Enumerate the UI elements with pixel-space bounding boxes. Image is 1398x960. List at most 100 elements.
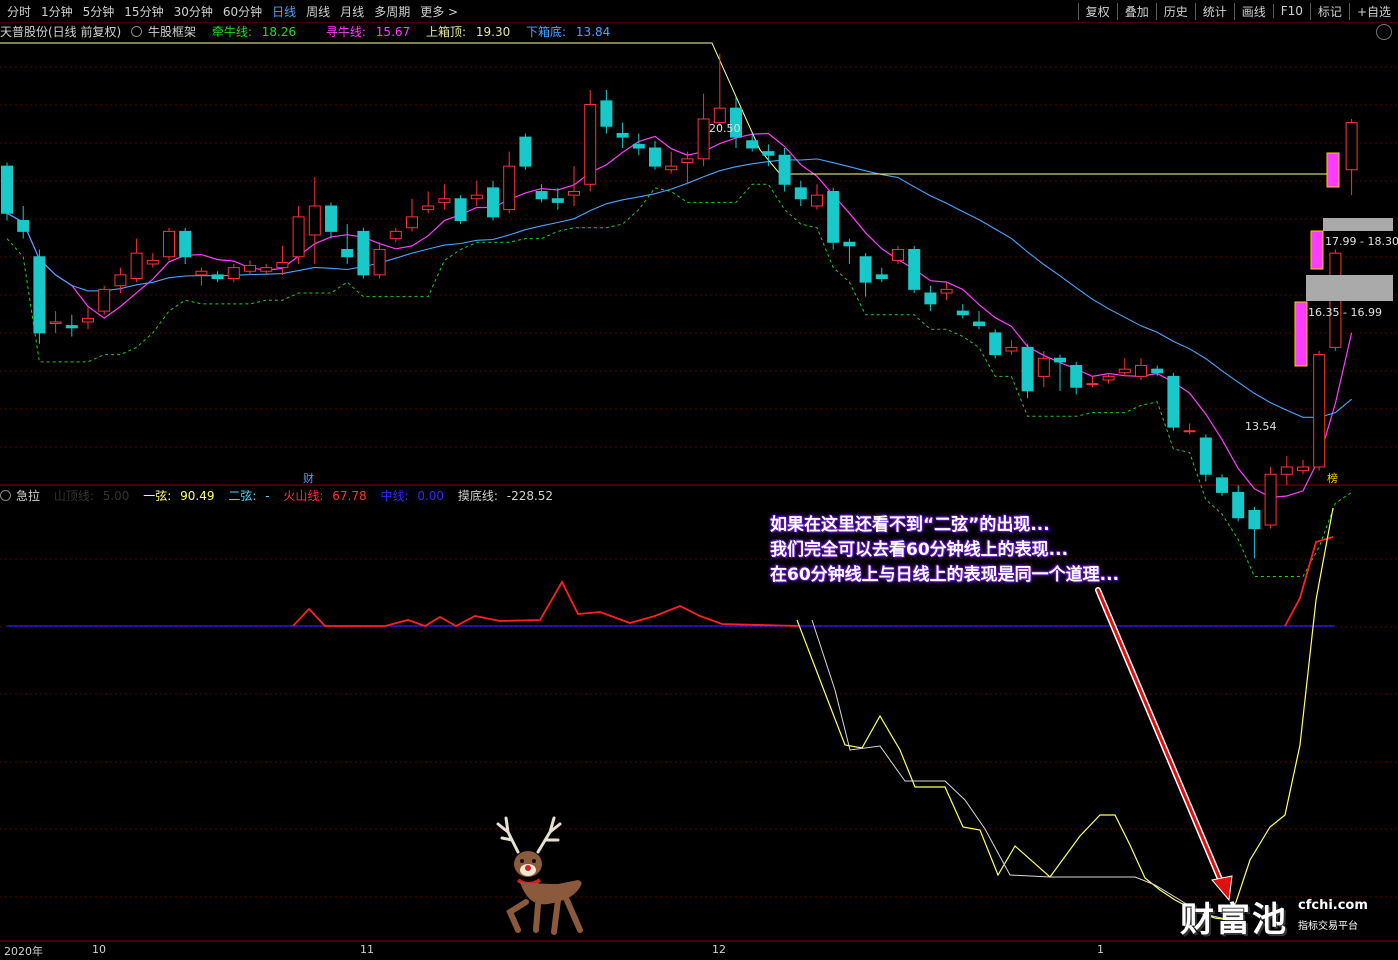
- candle-body: [422, 205, 435, 211]
- candle-body: [1086, 383, 1099, 386]
- candle-body: [1054, 357, 1066, 363]
- chart-labels: 20.50 13.54 17.99 - 18.30 16.35 - 16.99 …: [303, 122, 1398, 485]
- huoshan-line-end: [1284, 536, 1334, 627]
- candle-body: [827, 191, 840, 243]
- candle-body: [568, 191, 580, 196]
- deer-icon: [496, 816, 583, 935]
- candle-body: [341, 249, 354, 258]
- candle-body: [82, 317, 94, 323]
- candle-body: [697, 118, 710, 160]
- candle-body: [973, 321, 985, 327]
- candle-body: [1297, 466, 1309, 472]
- price-zones: [1294, 152, 1393, 367]
- candle-body: [438, 198, 451, 203]
- candle-body: [600, 100, 613, 127]
- candle-body: [98, 288, 111, 312]
- candle-body: [470, 194, 483, 200]
- candle-body: [308, 205, 321, 236]
- candle-body: [487, 187, 499, 218]
- annotation-arrow: [1095, 587, 1233, 902]
- candle-body: [681, 158, 694, 163]
- candle-body: [292, 216, 305, 258]
- stock-chart[interactable]: 20.50 13.54 17.99 - 18.30 16.35 - 16.99 …: [0, 0, 1398, 960]
- candle-body: [130, 252, 143, 279]
- candle-body: [1151, 368, 1164, 374]
- candle-body: [908, 249, 921, 290]
- modi-line: [811, 619, 1231, 921]
- candle-body: [17, 220, 30, 232]
- candle-body: [244, 264, 256, 272]
- candle-body: [1264, 473, 1277, 526]
- candle-body: [713, 107, 726, 124]
- note-line-3: 在60分钟线上与日线上的表现是同一个道理...: [770, 565, 1120, 585]
- price-indicator-lines: [0, 42, 1353, 577]
- candle-body: [649, 147, 661, 167]
- candle-body: [195, 270, 208, 276]
- candle-body: [227, 267, 240, 279]
- candle-body: [1118, 368, 1131, 374]
- candle-body: [1167, 375, 1180, 428]
- candle-body: [584, 104, 597, 185]
- candle-body: [211, 274, 224, 279]
- upper-box-line: [0, 42, 1330, 175]
- candle-body: [892, 249, 904, 261]
- arrow-shaft: [1096, 588, 1224, 886]
- candle-body: [1135, 365, 1147, 377]
- candle-body: [1313, 354, 1326, 468]
- candle-body: [665, 165, 678, 171]
- candle-body: [746, 140, 759, 149]
- candle-body: [1037, 357, 1050, 377]
- candle-body: [1345, 122, 1358, 171]
- logo-text: 财富池: [1180, 900, 1288, 940]
- last-candle-highlight: [1326, 152, 1340, 188]
- logo-site: cfchi.com: [1298, 898, 1368, 913]
- candle-body: [1070, 365, 1083, 388]
- candle-body: [551, 198, 564, 203]
- candle-body: [1102, 375, 1115, 381]
- candle-body: [114, 274, 127, 287]
- candle-body: [859, 256, 872, 283]
- note-line-1: 如果在这里还看不到“二弦”的出现...: [770, 515, 1050, 535]
- candle-body: [33, 256, 46, 334]
- candle-body: [794, 187, 807, 200]
- candle-body: [940, 288, 953, 294]
- candle-body: [373, 249, 386, 276]
- date-axis: 2020年 10 11 12 1: [0, 941, 1398, 959]
- candle-body: [276, 262, 289, 269]
- candle-body: [454, 198, 467, 221]
- huoshan-line: [292, 580, 801, 628]
- note-line-2: 我们完全可以去看60分钟线上的表现...: [770, 540, 1069, 560]
- candle-body: [325, 205, 337, 232]
- zone-lower-label: 16.35 - 16.99: [1308, 306, 1382, 319]
- candle-body: [956, 310, 969, 316]
- high-price-label: 20.50: [709, 122, 741, 135]
- candle-body: [1183, 430, 1196, 433]
- price-zone-upper: [1323, 218, 1393, 231]
- date-label-nov: 11: [360, 943, 374, 956]
- candle-highlight: [1310, 230, 1324, 270]
- candle-body: [503, 165, 516, 211]
- candle-body: [179, 230, 192, 258]
- candle-highlight: [1294, 301, 1308, 367]
- candle-body: [875, 274, 888, 279]
- candle-body: [1, 165, 13, 214]
- candle-body: [49, 321, 62, 324]
- candle-body: [1280, 466, 1293, 475]
- candle-body: [989, 332, 1002, 356]
- candle-body: [65, 325, 78, 329]
- candlesticks: [1, 53, 1358, 559]
- candle-body: [163, 230, 175, 258]
- candle-body: [616, 133, 629, 138]
- candle-body: [357, 230, 370, 276]
- candle-body: [924, 292, 937, 305]
- low-price-label: 13.54: [1245, 420, 1277, 433]
- candle-body: [1021, 346, 1034, 392]
- candle-body: [1199, 437, 1212, 475]
- date-label-oct: 10: [92, 943, 106, 956]
- annotation-note: 如果在这里还看不到“二弦”的出现... 我们完全可以去看60分钟线上的表现...…: [770, 513, 1190, 588]
- zone-upper-label: 17.99 - 18.30: [1325, 235, 1398, 248]
- candle-body: [778, 154, 791, 185]
- candle-body: [146, 259, 159, 265]
- candle-body: [406, 216, 418, 229]
- candle-body: [1216, 477, 1228, 493]
